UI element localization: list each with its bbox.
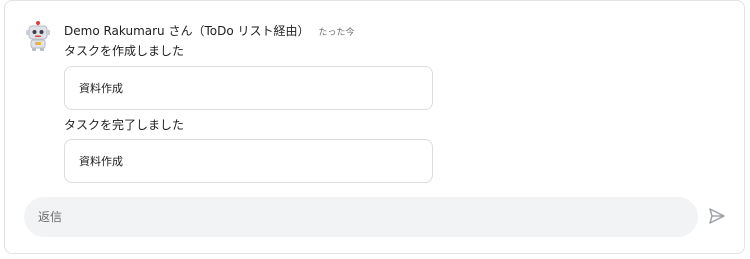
event-text-completed: タスクを完了しました bbox=[64, 118, 185, 132]
sender-name: Demo Rakumaru さん（ToDo リスト経由） bbox=[64, 24, 310, 38]
event-text-created: タスクを作成しました bbox=[64, 44, 185, 58]
send-icon[interactable] bbox=[707, 207, 727, 225]
task-card-completed[interactable]: 資料作成 bbox=[64, 139, 433, 183]
reply-box[interactable] bbox=[24, 197, 698, 237]
task-card-created[interactable]: 資料作成 bbox=[64, 66, 433, 110]
message-time: たった今 bbox=[318, 28, 355, 38]
reply-input[interactable] bbox=[38, 210, 678, 224]
robot-avatar-icon bbox=[24, 21, 52, 51]
message-header: Demo Rakumaru さん（ToDo リスト経由） たった今 bbox=[64, 22, 355, 38]
